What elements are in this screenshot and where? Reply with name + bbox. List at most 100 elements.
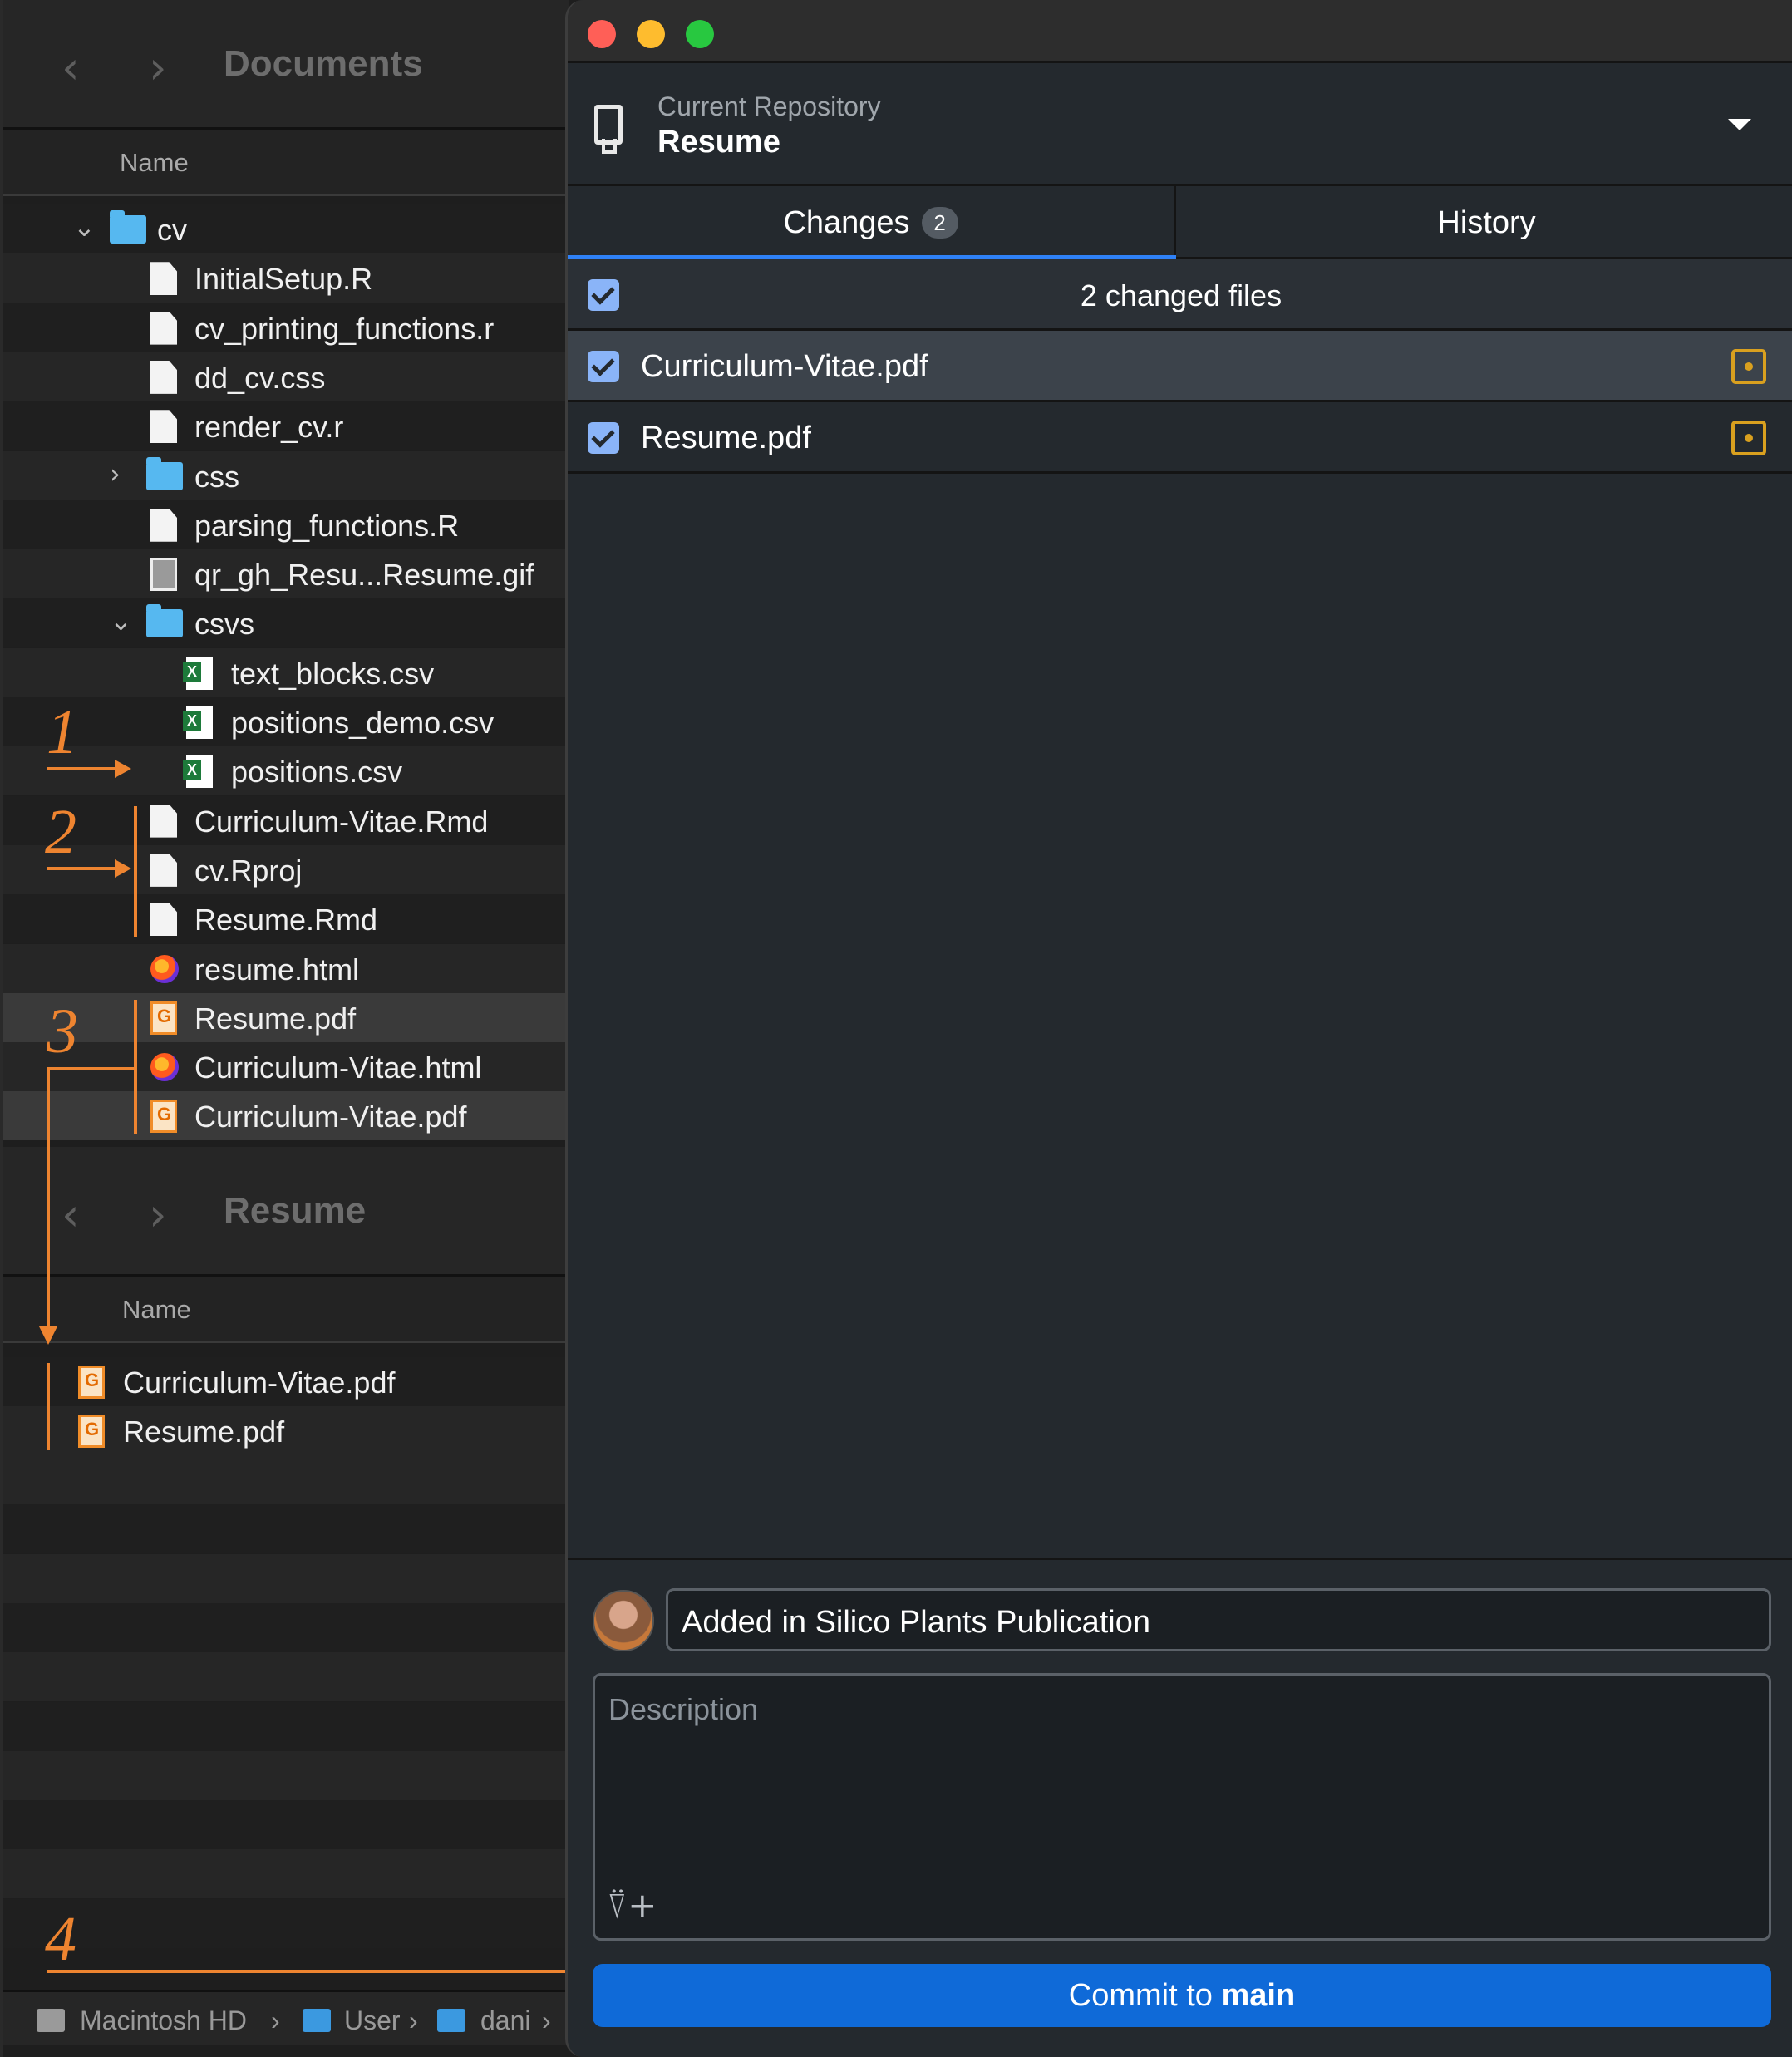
commit-description-input[interactable]: Description ⍢+: [593, 1673, 1771, 1941]
folder-row[interactable]: ⌄ csvs: [3, 598, 569, 648]
file-row[interactable]: InitialSetup.R: [3, 253, 569, 303]
file-name: positions.csv: [231, 755, 403, 790]
repository-icon: [594, 105, 623, 154]
file-name: dd_cv.css: [194, 360, 326, 395]
commit-branch-name: main: [1221, 1978, 1296, 2013]
add-coauthor-icon[interactable]: ⍢+: [607, 1885, 657, 1927]
empty-row: [3, 1750, 569, 1800]
changed-files-header: 2 changed files: [568, 259, 1792, 331]
file-row[interactable]: positions_demo.csv: [3, 697, 569, 746]
file-name: Curriculum-Vitae.html: [194, 1051, 482, 1085]
spreadsheet-icon: [183, 656, 213, 690]
hard-drive-icon: [37, 2009, 65, 2032]
file-row[interactable]: Resume.pdf: [3, 1406, 569, 1456]
file-name: csvs: [194, 607, 254, 642]
modified-icon: [1731, 421, 1766, 455]
commit-summary-text: Added in Silico Plants Publication: [682, 1605, 1151, 1640]
folder-row[interactable]: › css: [3, 450, 569, 500]
column-header-name: Name: [122, 1295, 191, 1324]
annotation-arrow-3: [47, 1067, 50, 1328]
minimize-window-button[interactable]: [637, 20, 665, 48]
document-icon: [150, 903, 177, 937]
file-name: Resume.Rmd: [194, 903, 378, 937]
commit-button-prefix: Commit to: [1068, 1978, 1222, 2013]
close-window-button[interactable]: [588, 20, 616, 48]
github-desktop-window: Current Repository Resume Changes 2 Hist…: [565, 0, 1792, 2057]
current-repository-selector[interactable]: Current Repository Resume: [568, 63, 1792, 186]
path-segment-hd[interactable]: Macintosh HD: [80, 2005, 247, 2036]
modified-icon: [1731, 349, 1766, 384]
finder-toolbar-resume: ‹ › Resume: [3, 1147, 569, 1277]
file-row[interactable]: text_blocks.csv: [3, 647, 569, 697]
file-name: parsing_functions.R: [194, 508, 460, 543]
forward-button[interactable]: ›: [149, 42, 167, 94]
repository-name: Resume: [657, 125, 780, 160]
folder-icon: [110, 210, 146, 244]
file-row[interactable]: Resume.pdf: [3, 992, 569, 1042]
folder-row[interactable]: ⌄ cv: [3, 204, 569, 253]
tab-history[interactable]: History: [1179, 186, 1792, 259]
file-row[interactable]: cv_printing_functions.r: [3, 303, 569, 352]
changed-files-count: 2 changed files: [1080, 278, 1282, 312]
title-bar: [568, 0, 1792, 63]
zoom-window-button[interactable]: [686, 20, 714, 48]
file-name: positions_demo.csv: [231, 706, 495, 740]
folder-icon: [146, 604, 183, 638]
finder-title: Resume: [224, 1190, 367, 1231]
commit-button[interactable]: Commit to main: [593, 1964, 1771, 2027]
path-separator: ›: [409, 2005, 418, 2035]
file-name: InitialSetup.R: [194, 262, 373, 297]
file-row[interactable]: resume.html: [3, 943, 569, 993]
back-button[interactable]: ‹: [62, 42, 80, 94]
back-button[interactable]: ‹: [62, 1188, 80, 1241]
column-header[interactable]: Name: [3, 130, 569, 196]
annotation-arrowhead-2: [115, 859, 131, 878]
file-row[interactable]: render_cv.r: [3, 401, 569, 451]
file-row[interactable]: Curriculum-Vitae.pdf: [3, 1091, 569, 1141]
forward-button[interactable]: ›: [149, 1188, 167, 1241]
commit-summary-input[interactable]: Added in Silico Plants Publication: [666, 1588, 1771, 1651]
empty-row: [3, 1504, 569, 1554]
file-row[interactable]: qr_gh_Resu...Resume.gif: [3, 549, 569, 599]
disclosure-collapsed-icon[interactable]: ›: [110, 458, 121, 490]
empty-row: [3, 1652, 569, 1702]
finder-window: ‹ › Documents Name ⌄ cv InitialSetup.R cv_p…: [0, 0, 570, 2057]
changed-file-row[interactable]: Resume.pdf: [568, 402, 1792, 474]
disclosure-expanded-icon[interactable]: ⌄: [110, 605, 132, 637]
file-name: cv_printing_functions.r: [194, 311, 495, 346]
file-checkbox[interactable]: [588, 351, 619, 382]
annotation-arrow-1: [47, 767, 118, 770]
document-icon: [150, 360, 177, 394]
file-checkbox[interactable]: [588, 422, 619, 454]
file-name: Resume.pdf: [194, 1001, 357, 1036]
file-row[interactable]: dd_cv.css: [3, 352, 569, 401]
folder-icon: [146, 456, 183, 490]
file-name: Curriculum-Vitae.pdf: [194, 1100, 467, 1134]
spreadsheet-icon: [183, 755, 213, 789]
document-icon: [150, 262, 177, 296]
chevron-down-icon: [1728, 119, 1751, 130]
finder-title: Documents: [224, 43, 423, 84]
changed-file-row[interactable]: Curriculum-Vitae.pdf: [568, 331, 1792, 402]
column-header-name: Name: [120, 148, 189, 177]
file-row[interactable]: Curriculum-Vitae.pdf: [3, 1357, 569, 1406]
disclosure-expanded-icon[interactable]: ⌄: [73, 211, 96, 243]
file-name: qr_gh_Resu...Resume.gif: [194, 558, 534, 593]
column-header[interactable]: Name: [3, 1277, 569, 1343]
annotation-bracket-3b: [47, 1363, 50, 1450]
empty-row: [3, 1849, 569, 1899]
path-segment-user[interactable]: User: [344, 2005, 401, 2036]
pdf-icon: [78, 1366, 105, 1399]
file-row[interactable]: positions.csv: [3, 746, 569, 796]
document-icon: [150, 311, 177, 345]
empty-row: [3, 1701, 569, 1751]
file-row[interactable]: parsing_functions.R: [3, 499, 569, 549]
path-segment-dani[interactable]: dani: [480, 2005, 531, 2036]
annotation-2: 2: [45, 797, 76, 867]
file-row[interactable]: Resume.Rmd: [3, 894, 569, 944]
file-name: render_cv.r: [194, 410, 344, 445]
annotation-arrow-2: [47, 867, 118, 870]
tab-changes[interactable]: Changes 2: [568, 186, 1176, 262]
file-row[interactable]: Curriculum-Vitae.Rmd: [3, 795, 569, 845]
annotation-bracket-2: [134, 806, 137, 937]
